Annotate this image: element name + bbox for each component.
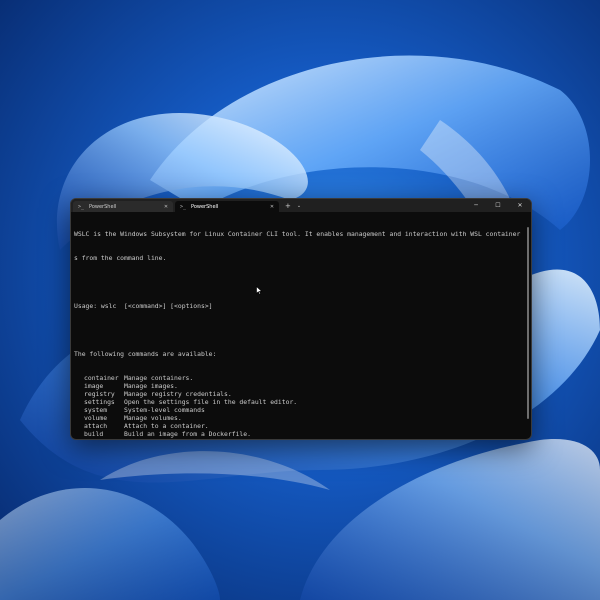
close-window-icon[interactable]: ✕ (509, 199, 531, 212)
command-row: attach Attach to a container. (74, 422, 519, 430)
console-line: Usage: wslc [<command>] [<options>] (74, 302, 213, 310)
command-description: Attach to a container. (124, 422, 209, 430)
maximize-icon[interactable]: ☐ (487, 199, 509, 212)
command-list: container Manage containers. image Manage i… (74, 374, 519, 439)
close-tab-icon[interactable]: ✕ (163, 204, 169, 210)
tab-dropdown-icon[interactable]: ⌄ (297, 200, 301, 212)
console-output[interactable]: WSLC is the Windows Subsystem for Linux … (71, 212, 531, 439)
command-description: Open the settings file in the default ed… (124, 398, 298, 406)
command-description: Create a container. (124, 438, 197, 439)
command-name: settings (84, 398, 115, 406)
command-description: Manage containers. (124, 374, 194, 382)
mouse-cursor-icon (256, 286, 263, 295)
command-row: container Manage containers. (74, 374, 519, 382)
command-row: image Manage images. (74, 382, 519, 390)
command-name: create (74, 438, 124, 439)
scrollbar[interactable] (527, 227, 529, 419)
command-name: system (84, 406, 108, 414)
console-line: WSLC is the Windows Subsystem for Linux … (74, 230, 521, 238)
command-name: registry (84, 390, 115, 398)
command-row: settings Open the settings file in the de… (74, 398, 519, 406)
command-row: volume Manage volumes. (74, 414, 519, 422)
command-name: image (84, 382, 104, 390)
command-row: registry Manage registry credentials. (74, 390, 519, 398)
command-name: build (84, 430, 104, 438)
tab-label: PowerShell (89, 203, 117, 210)
command-name: volume (84, 414, 108, 422)
minimize-icon[interactable]: ─ (465, 199, 487, 212)
command-row: build Build an image from a Dockerfile. (74, 430, 519, 438)
tab-label: PowerShell (191, 203, 219, 210)
console-line: The following commands are available: (74, 350, 217, 358)
console-line: s from the command line. (74, 254, 167, 262)
tab-powershell-2[interactable]: >_ PowerShell ✕ (175, 201, 279, 212)
command-row: createCreate a container. (74, 438, 519, 439)
tab-powershell-1[interactable]: >_ PowerShell ✕ (73, 201, 173, 212)
command-description: Manage images. (124, 382, 178, 390)
command-description: System-level commands (124, 406, 205, 414)
window-controls: ─ ☐ ✕ (465, 199, 531, 212)
command-row: system System-level commands (74, 406, 519, 414)
powershell-icon: >_ (77, 203, 85, 210)
powershell-icon: >_ (179, 203, 187, 210)
command-name: attach (84, 422, 108, 430)
command-name: container (84, 374, 119, 382)
terminal-window: >_ PowerShell ✕ >_ PowerShell ✕ + ⌄ ─ ☐ … (70, 198, 532, 440)
close-tab-icon[interactable]: ✕ (269, 204, 275, 210)
title-bar: >_ PowerShell ✕ >_ PowerShell ✕ + ⌄ ─ ☐ … (71, 199, 531, 212)
new-tab-button[interactable]: + (285, 200, 291, 212)
command-description: Build an image from a Dockerfile. (124, 430, 251, 438)
command-description: Manage registry credentials. (124, 390, 232, 398)
command-description: Manage volumes. (124, 414, 182, 422)
